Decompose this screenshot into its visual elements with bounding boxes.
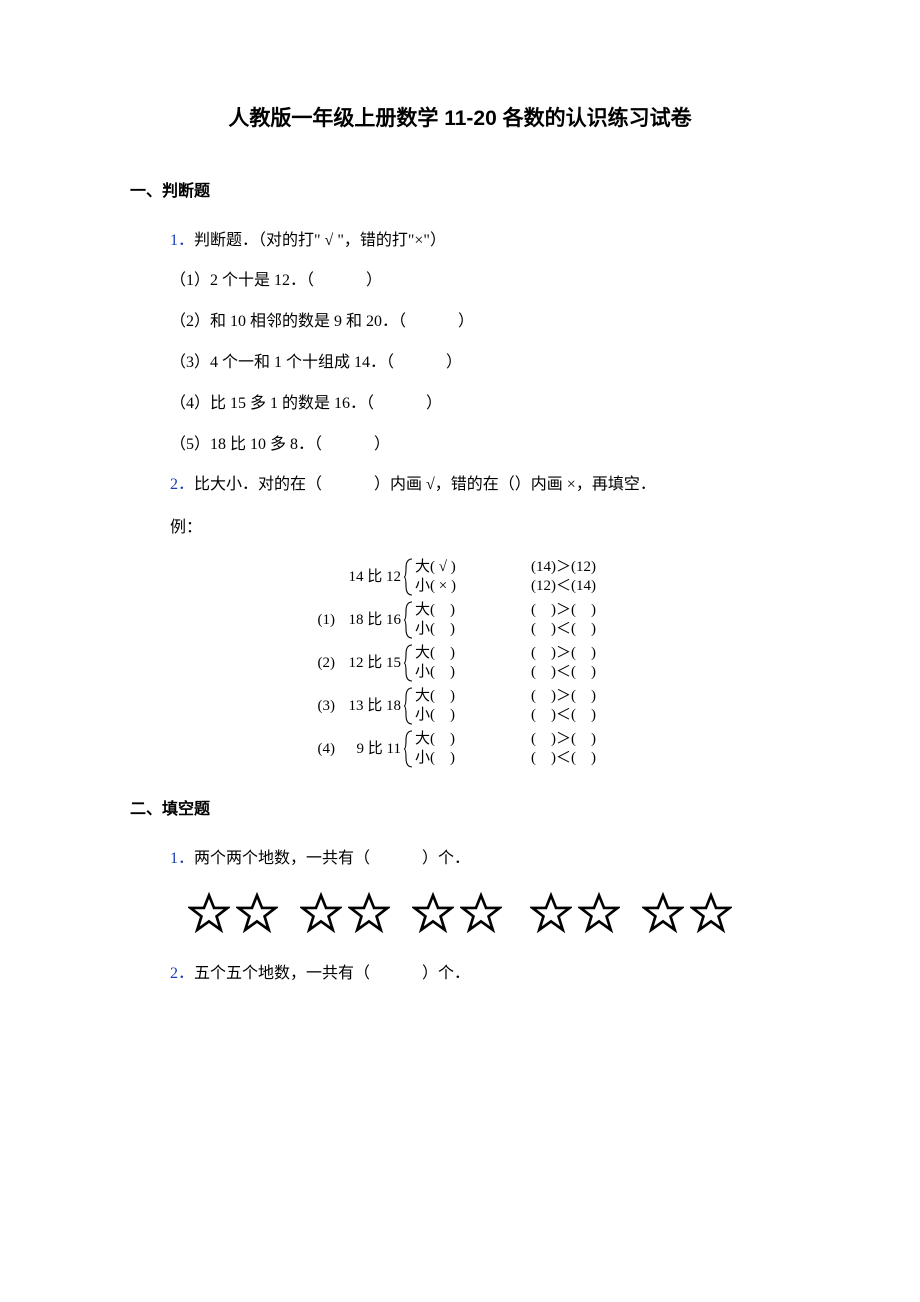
- opt-small: 小( × ): [415, 577, 495, 597]
- brace-icon: [403, 643, 415, 684]
- star-icon: [412, 892, 454, 934]
- q-number: 2．: [170, 965, 194, 982]
- compare-rhs: ( )＞( ) ( )＜( ): [495, 729, 661, 770]
- s2-q2-stem: 2．五个五个地数，一共有（ ）个．: [170, 956, 790, 993]
- rhs-gt: ( )＞( ): [531, 644, 661, 664]
- s1-q1-item-2: （2）和 10 相邻的数是 9 和 20．（ ）: [170, 304, 790, 341]
- star-icon: [348, 892, 390, 934]
- compare-options: 大( ) 小( ): [415, 600, 495, 641]
- opt-small: 小( ): [415, 706, 495, 726]
- compare-options: 大( √ ) 小( × ): [415, 557, 495, 598]
- row-prefix: (2): [305, 643, 337, 684]
- opt-big: 大( ): [415, 730, 495, 750]
- star-icon: [690, 892, 732, 934]
- s1-q1-item-4: （4）比 15 多 1 的数是 16．（ ）: [170, 386, 790, 423]
- q-number: 1．: [170, 850, 194, 867]
- section-1-heading: 一、判断题: [130, 178, 790, 207]
- opt-big: 大( ): [415, 601, 495, 621]
- page-title: 人教版一年级上册数学 11-20 各数的认识练习试卷: [130, 100, 790, 138]
- compare-label: 18 比 16: [337, 600, 403, 641]
- compare-row-3: (3) 13 比 18 大( ) 小( ) ( )＞( ) ( )＜( ): [305, 686, 725, 727]
- rhs-gt: ( )＞( ): [531, 687, 661, 707]
- rhs-lt: ( )＜( ): [531, 749, 661, 769]
- compare-options: 大( ) 小( ): [415, 643, 495, 684]
- row-prefix: (1): [305, 600, 337, 641]
- compare-example-row: 14 比 12 大( √ ) 小( × ) (14)＞(12) (12)＜(14…: [305, 557, 725, 598]
- star-icon: [300, 892, 342, 934]
- brace-icon: [403, 600, 415, 641]
- compare-options: 大( ) 小( ): [415, 729, 495, 770]
- compare-rhs: ( )＞( ) ( )＜( ): [495, 686, 661, 727]
- rhs-lt: ( )＜( ): [531, 663, 661, 683]
- compare-row-2: (2) 12 比 15 大( ) 小( ) ( )＞( ) ( )＜( ): [305, 643, 725, 684]
- s1-q1-item-3: （3）4 个一和 1 个十组成 14．（ ）: [170, 345, 790, 382]
- opt-small: 小( ): [415, 620, 495, 640]
- q-text: 比大小．对的在（ ）内画 √，错的在（）内画 ×，再填空．: [194, 476, 656, 493]
- opt-big: 大( ): [415, 644, 495, 664]
- q-number: 1．: [170, 232, 194, 249]
- brace-icon: [403, 557, 415, 598]
- q-number: 2．: [170, 476, 194, 493]
- s1-q1-item-1: （1）2 个十是 12．（ ）: [170, 263, 790, 300]
- q-text: 两个两个地数，一共有（ ）个．: [194, 850, 470, 867]
- star-icon: [236, 892, 278, 934]
- q-text: 五个五个地数，一共有（ ）个．: [194, 965, 470, 982]
- compare-rhs: ( )＞( ) ( )＜( ): [495, 643, 661, 684]
- section-2-heading: 二、填空题: [130, 796, 790, 825]
- compare-label: 9 比 11: [337, 729, 403, 770]
- compare-row-4: (4) 9 比 11 大( ) 小( ) ( )＞( ) ( )＜( ): [305, 729, 725, 770]
- s1-q1-stem: 1．判断题．（对的打" √ "，错的打"×"）: [170, 223, 790, 260]
- compare-label: 14 比 12: [337, 557, 403, 598]
- s2-q1-stem: 1．两个两个地数，一共有（ ）个．: [170, 841, 790, 878]
- compare-rhs: (14)＞(12) (12)＜(14): [495, 557, 661, 598]
- opt-small: 小( ): [415, 749, 495, 769]
- rhs-gt: ( )＞( ): [531, 730, 661, 750]
- s1-q2-stem: 2．比大小．对的在（ ）内画 √，错的在（）内画 ×，再填空．: [170, 467, 790, 504]
- row-prefix: [305, 557, 337, 598]
- rhs-lt: ( )＜( ): [531, 620, 661, 640]
- rhs-lt: ( )＜( ): [531, 706, 661, 726]
- stars-figure: [188, 892, 790, 934]
- compare-options: 大( ) 小( ): [415, 686, 495, 727]
- opt-small: 小( ): [415, 663, 495, 683]
- compare-label: 13 比 18: [337, 686, 403, 727]
- brace-icon: [403, 729, 415, 770]
- row-prefix: (3): [305, 686, 337, 727]
- example-label: 例：: [170, 514, 790, 543]
- star-icon: [188, 892, 230, 934]
- star-icon: [578, 892, 620, 934]
- opt-big: 大( √ ): [415, 558, 495, 578]
- rhs-gt: (14)＞(12): [531, 558, 661, 578]
- row-prefix: (4): [305, 729, 337, 770]
- star-icon: [642, 892, 684, 934]
- brace-icon: [403, 686, 415, 727]
- compare-label: 12 比 15: [337, 643, 403, 684]
- rhs-lt: (12)＜(14): [531, 577, 661, 597]
- q-text: 判断题．（对的打" √ "，错的打"×"）: [194, 232, 446, 249]
- opt-big: 大( ): [415, 687, 495, 707]
- compare-block: 14 比 12 大( √ ) 小( × ) (14)＞(12) (12)＜(14…: [195, 557, 725, 770]
- star-icon: [530, 892, 572, 934]
- compare-rhs: ( )＞( ) ( )＜( ): [495, 600, 661, 641]
- rhs-gt: ( )＞( ): [531, 601, 661, 621]
- star-icon: [460, 892, 502, 934]
- s1-q1-item-5: （5）18 比 10 多 8．（ ）: [170, 427, 790, 464]
- compare-row-1: (1) 18 比 16 大( ) 小( ) ( )＞( ) ( )＜( ): [305, 600, 725, 641]
